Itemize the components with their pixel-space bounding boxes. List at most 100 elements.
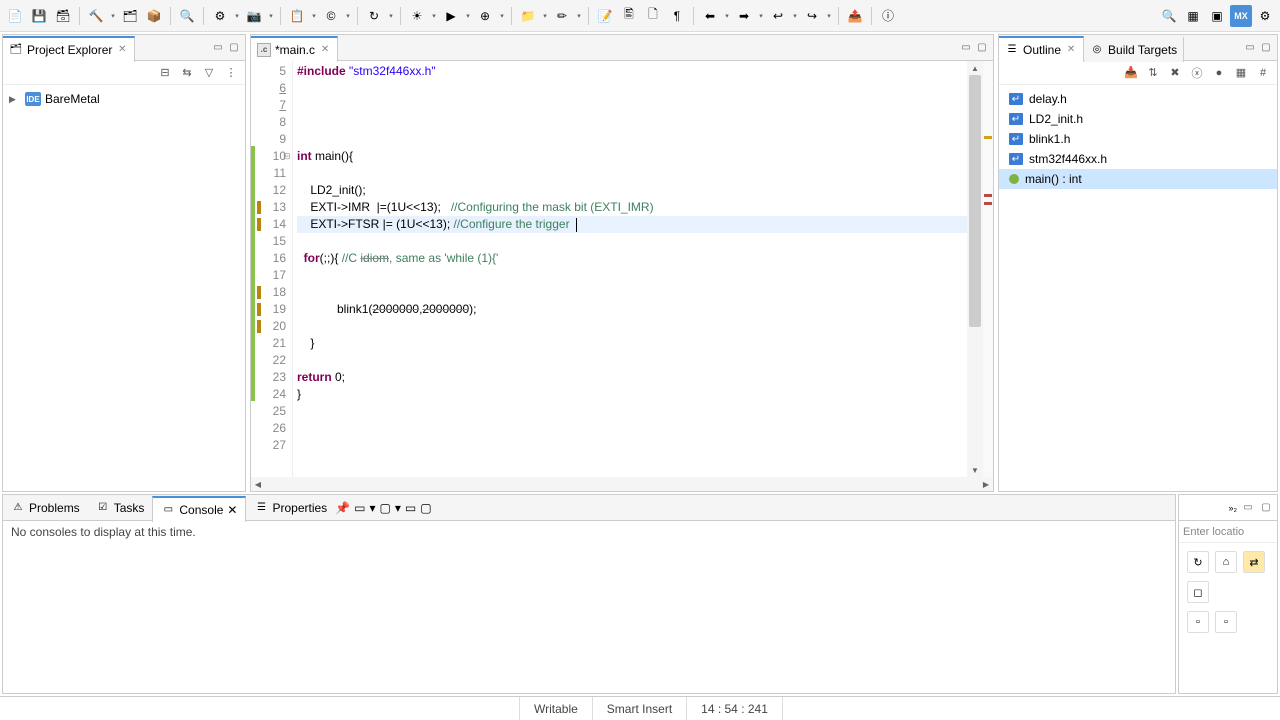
toolbar-button[interactable]: 📝 xyxy=(594,5,616,27)
chevron-down-icon[interactable]: ▾ xyxy=(575,5,583,27)
nav-icon[interactable]: ⇄ xyxy=(1243,551,1265,573)
overview-ruler[interactable] xyxy=(983,61,993,477)
toolbar-button[interactable]: 📁 xyxy=(517,5,539,27)
outline-tool[interactable]: 📥 xyxy=(1123,65,1139,81)
location-input[interactable]: Enter locatio xyxy=(1179,521,1277,543)
minimize-icon[interactable]: ▭ xyxy=(1241,501,1255,515)
close-icon[interactable]: ✕ xyxy=(319,44,331,56)
outline-item[interactable]: ↵LD2_init.h xyxy=(999,109,1277,129)
chevron-down-icon[interactable]: ▾ xyxy=(267,5,275,27)
filter-icon[interactable]: ▽ xyxy=(201,65,217,81)
outline-tool[interactable]: # xyxy=(1255,65,1271,81)
chevron-down-icon[interactable]: ▾ xyxy=(109,5,117,27)
display-icon[interactable]: ▭ xyxy=(354,501,365,515)
chevron-down-icon[interactable]: ▾ xyxy=(541,5,549,27)
project-node[interactable]: ▶ IDE BareMetal xyxy=(3,89,245,109)
chevron-down-icon[interactable]: ▾ xyxy=(344,5,352,27)
toolbar-button[interactable]: ☀ xyxy=(406,5,428,27)
toolbar-button[interactable]: ➡ xyxy=(733,5,755,27)
toolbar-button[interactable]: ⓘ xyxy=(877,5,899,27)
toolbar-button[interactable]: ▦ xyxy=(1182,5,1204,27)
code-area[interactable]: #include "stm32f446xx.h"int main(){ LD2_… xyxy=(293,61,967,477)
toolbar-button[interactable]: ⬅ xyxy=(699,5,721,27)
chevron-down-icon[interactable]: ▾ xyxy=(757,5,765,27)
outline-item[interactable]: ↵stm32f446xx.h xyxy=(999,149,1277,169)
toolbar-button[interactable]: 🗃 xyxy=(52,5,74,27)
maximize-icon[interactable]: ▢ xyxy=(227,41,241,55)
scroll-thumb[interactable] xyxy=(969,75,981,327)
tab-properties[interactable]: ☰Properties xyxy=(246,495,335,521)
scroll-down-icon[interactable]: ▼ xyxy=(967,463,983,477)
maximize-icon[interactable]: ▢ xyxy=(1259,41,1273,55)
chevron-down-icon[interactable]: ▾ xyxy=(791,5,799,27)
toolbar-button[interactable]: 💾 xyxy=(28,5,50,27)
toolbar-button[interactable]: ▶ xyxy=(440,5,462,27)
outline-item[interactable]: ↵blink1.h xyxy=(999,129,1277,149)
toolbar-button[interactable]: ¶ xyxy=(666,5,688,27)
chevron-down-icon[interactable]: ▾ xyxy=(310,5,318,27)
tab-project-explorer[interactable]: 🗂 Project Explorer ✕ xyxy=(3,36,135,62)
toolbar-button[interactable]: ↩ xyxy=(767,5,789,27)
folder-icon[interactable]: ▫ xyxy=(1215,611,1237,633)
maximize-icon[interactable]: ▢ xyxy=(1259,501,1273,515)
toolbar-button[interactable]: MX xyxy=(1230,5,1252,27)
toolbar-button[interactable]: ↪ xyxy=(801,5,823,27)
chevron-down-icon[interactable]: ▾ xyxy=(430,5,438,27)
chevron-down-icon[interactable]: ▾ xyxy=(723,5,731,27)
toolbar-button[interactable]: 🔨 xyxy=(85,5,107,27)
menu-icon[interactable]: ⋮ xyxy=(223,65,239,81)
vertical-scrollbar[interactable]: ▲ ▼ xyxy=(967,61,983,477)
outline-tool[interactable]: ⇅ xyxy=(1145,65,1161,81)
tab-problems[interactable]: ⚠Problems xyxy=(3,495,88,521)
tab-main-c[interactable]: .c *main.c ✕ xyxy=(251,36,338,62)
chevron-down-icon[interactable]: ▾ xyxy=(233,5,241,27)
collapse-all-icon[interactable]: ⊟ xyxy=(157,65,173,81)
toolbar-button[interactable]: 📷 xyxy=(243,5,265,27)
toolbar-button[interactable]: 🔍 xyxy=(1158,5,1180,27)
chevron-down-icon[interactable]: ▾ xyxy=(387,5,395,27)
horizontal-scrollbar[interactable]: ◀ ▶ xyxy=(251,477,993,491)
toolbar-button[interactable]: 🗋 xyxy=(642,5,664,27)
close-icon[interactable]: ✕ xyxy=(227,503,237,517)
outline-item[interactable]: ↵delay.h xyxy=(999,89,1277,109)
scroll-right-icon[interactable]: ▶ xyxy=(979,477,993,491)
toolbar-button[interactable]: 🔍 xyxy=(176,5,198,27)
outline-tool[interactable]: ▦ xyxy=(1233,65,1249,81)
minimize-icon[interactable]: ▭ xyxy=(959,41,973,55)
scroll-up-icon[interactable]: ▲ xyxy=(967,61,983,75)
home-icon[interactable]: ⌂ xyxy=(1215,551,1237,573)
outline-tool[interactable]: ⓧ xyxy=(1189,65,1205,81)
chevron-right-icon[interactable]: ▶ xyxy=(9,94,21,105)
refresh-icon[interactable]: ↻ xyxy=(1187,551,1209,573)
close-icon[interactable]: ✕ xyxy=(1065,44,1077,56)
toolbar-button[interactable]: © xyxy=(320,5,342,27)
scroll-left-icon[interactable]: ◀ xyxy=(251,477,265,491)
minimize-icon[interactable]: ▭ xyxy=(211,41,225,55)
maximize-icon[interactable]: ▢ xyxy=(420,501,431,515)
toolbar-button[interactable]: ⚙ xyxy=(1254,5,1276,27)
outline-tool[interactable]: ✖ xyxy=(1167,65,1183,81)
tab-build-targets[interactable]: ◎ Build Targets xyxy=(1084,36,1184,62)
outline-item[interactable]: main() : int xyxy=(999,169,1277,189)
link-editor-icon[interactable]: ⇆ xyxy=(179,65,195,81)
stop-icon[interactable]: ◻ xyxy=(1187,581,1209,603)
minimize-icon[interactable]: ▭ xyxy=(405,501,416,515)
chevron-down-icon[interactable]: ▾ xyxy=(369,501,375,515)
toolbar-button[interactable]: 🗂 xyxy=(119,5,141,27)
tab-outline[interactable]: ☰ Outline ✕ xyxy=(999,36,1084,62)
toolbar-button[interactable]: ⊕ xyxy=(474,5,496,27)
toolbar-button[interactable]: 📦 xyxy=(143,5,165,27)
add-icon[interactable]: ▫ xyxy=(1187,611,1209,633)
tab-tasks[interactable]: ☑Tasks xyxy=(88,495,153,521)
toolbar-button[interactable]: 📋 xyxy=(286,5,308,27)
chevron-down-icon[interactable]: ▾ xyxy=(498,5,506,27)
qa-icon[interactable]: »₂ xyxy=(1229,503,1238,513)
minimize-icon[interactable]: ▭ xyxy=(1243,41,1257,55)
pin-icon[interactable]: 📌 xyxy=(335,501,350,515)
toolbar-button[interactable]: 📤 xyxy=(844,5,866,27)
tab-console[interactable]: ▭Console✕ xyxy=(152,496,246,522)
toolbar-button[interactable]: ↻ xyxy=(363,5,385,27)
toolbar-button[interactable]: 📄 xyxy=(4,5,26,27)
toolbar-button[interactable]: ✏ xyxy=(551,5,573,27)
maximize-icon[interactable]: ▢ xyxy=(975,41,989,55)
